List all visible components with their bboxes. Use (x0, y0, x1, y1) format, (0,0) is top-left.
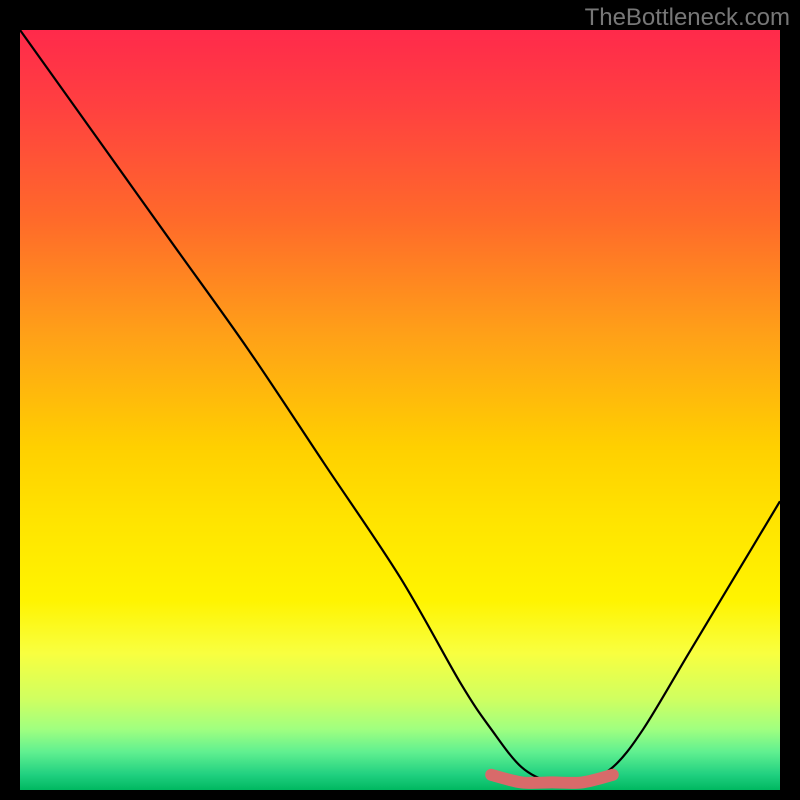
curve-line (20, 30, 780, 784)
bottleneck-segment (491, 775, 613, 783)
plot-area (20, 30, 780, 790)
curve-svg (20, 30, 780, 790)
watermark-text: TheBottleneck.com (585, 4, 790, 32)
chart-frame: TheBottleneck.com (0, 0, 800, 800)
